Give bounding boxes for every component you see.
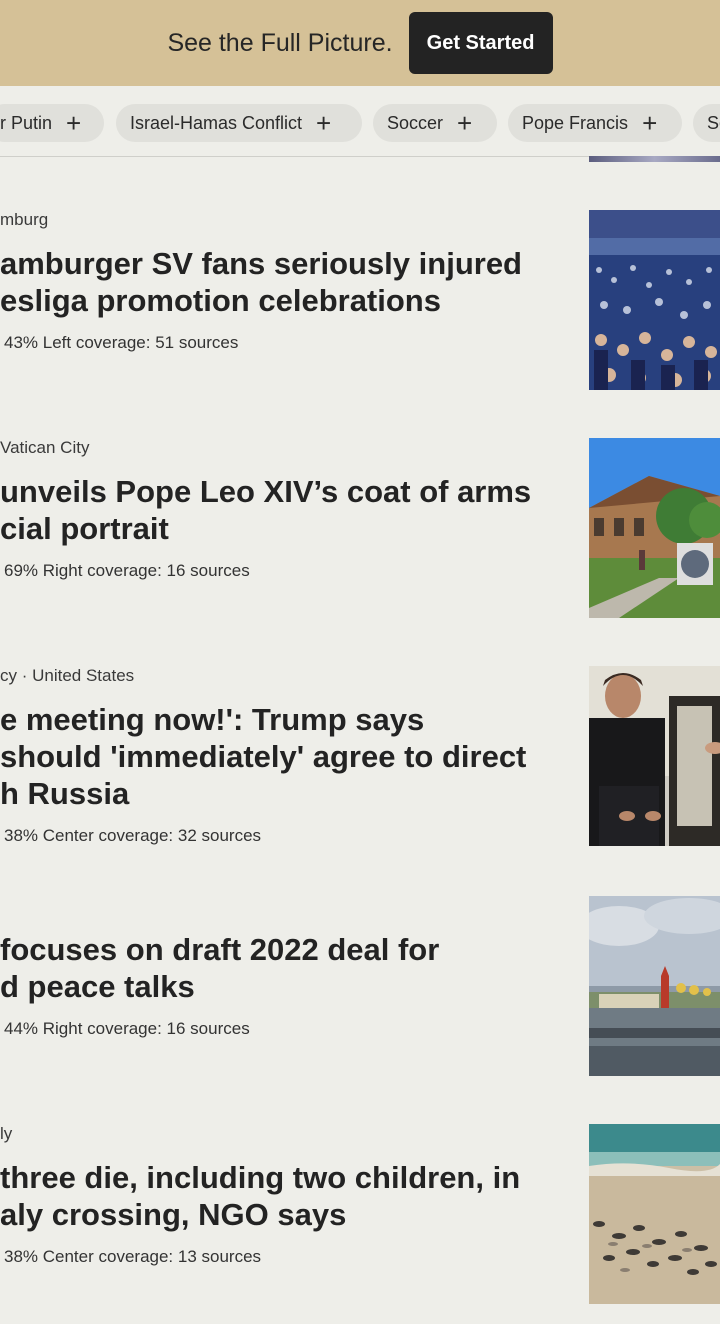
story-image[interactable] [589,896,720,1076]
headline-line: esliga promotion celebrations [0,283,441,318]
chip-label: Pope Francis [522,112,629,133]
story-card[interactable]: Vatican City unveils Pope Leo XIV’s coat… [0,418,720,618]
headline-line: cial portrait [0,511,169,546]
plus-icon[interactable]: + [316,110,331,136]
plus-icon[interactable]: + [66,110,81,136]
story-location: cy · United States [0,666,135,685]
story-image[interactable] [589,666,720,846]
story-card[interactable]: ly three die, including two children, in… [0,1104,720,1304]
headline-line: e meeting now!': Trump says [0,702,425,737]
chip-pope-francis[interactable]: Pope Francis + [508,104,682,142]
story-card[interactable]: cy · United States e meeting now!': Trum… [0,646,720,876]
plus-icon[interactable]: + [642,110,657,136]
story-card[interactable]: mburg amburger SV fans seriously injured… [0,190,720,390]
story-card[interactable]: focuses on draft 2022 deal for d peace t… [0,876,720,1076]
previous-story-image-edge [589,156,720,162]
story-image[interactable] [589,1124,720,1304]
headline-line: unveils Pope Leo XIV’s coat of arms [0,474,532,509]
chip-label: Soccer [387,112,444,133]
story-headline[interactable]: amburger SV fans seriously injured eslig… [0,245,580,319]
chip-soccer[interactable]: Soccer + [373,104,497,142]
headline-line: three die, including two children, in [0,1160,521,1195]
headline-line: should 'immediately' agree to direct [0,739,527,774]
topic-chips-bar: r Putin + Israel-Hamas Conflict + Soccer… [0,86,720,157]
chip-label: r Putin [0,112,53,133]
headline-line: d peace talks [0,969,195,1004]
plus-icon[interactable]: + [457,110,472,136]
get-started-button[interactable]: Get Started [408,12,553,74]
coverage-summary: 43% Left coverage: 51 sources [4,333,239,352]
story-headline[interactable]: unveils Pope Leo XIV’s coat of arms cial… [0,473,580,547]
chip-partial[interactable]: Sc [693,104,720,142]
headline-line: amburger SV fans seriously injured [0,246,522,281]
story-location: Vatican City [0,438,90,457]
chip-label: Israel-Hamas Conflict [130,112,303,133]
headline-line: focuses on draft 2022 deal for [0,932,440,967]
story-image[interactable] [589,438,720,618]
banner-text: See the Full Picture. [167,28,393,57]
chip-label: Sc [707,112,720,133]
story-image[interactable] [589,210,720,390]
coverage-summary: 38% Center coverage: 13 sources [4,1247,262,1266]
story-location: mburg [0,210,49,229]
coverage-summary: 38% Center coverage: 32 sources [4,826,262,845]
story-headline[interactable]: e meeting now!': Trump says should 'imme… [0,701,580,812]
headline-line: h Russia [0,776,130,811]
story-location: ly [0,1124,13,1143]
story-headline[interactable]: focuses on draft 2022 deal for d peace t… [0,931,580,1005]
promo-banner: See the Full Picture. Get Started [0,0,720,86]
story-headline[interactable]: three die, including two children, in al… [0,1159,580,1233]
chip-putin[interactable]: r Putin + [0,104,104,142]
coverage-summary: 69% Right coverage: 16 sources [4,561,250,580]
chip-israel-hamas-conflict[interactable]: Israel-Hamas Conflict + [116,104,362,142]
coverage-summary: 44% Right coverage: 16 sources [4,1019,250,1038]
headline-line: aly crossing, NGO says [0,1197,347,1232]
